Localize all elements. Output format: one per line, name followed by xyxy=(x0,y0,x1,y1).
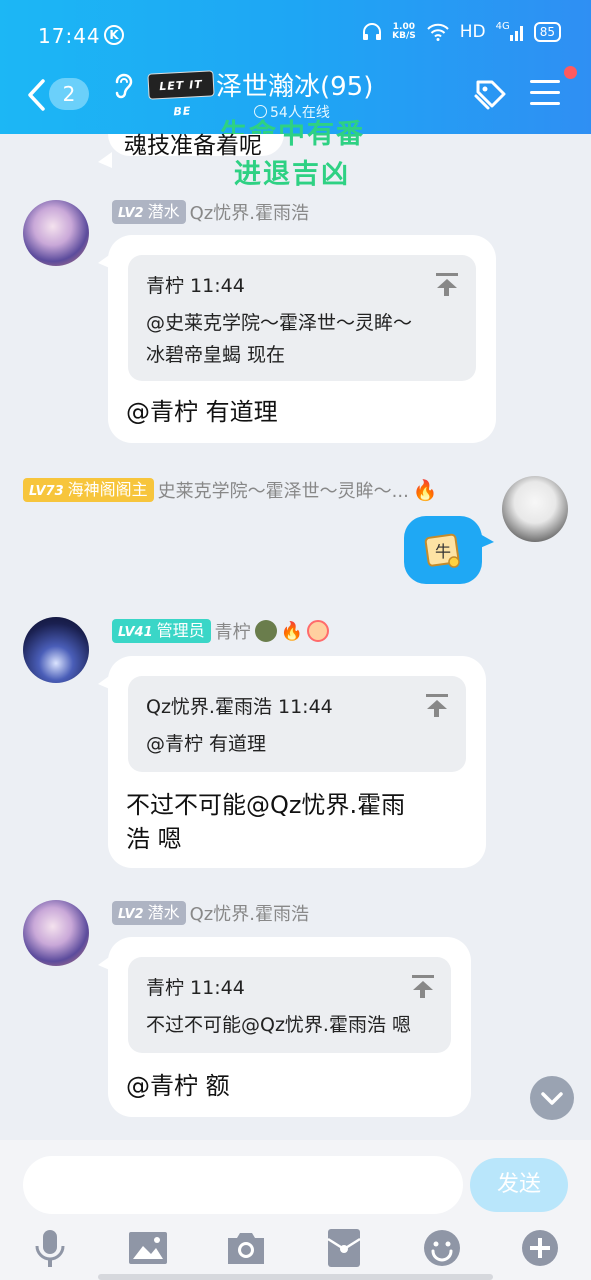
battery-indicator: 85 xyxy=(533,22,561,42)
jump-to-original-icon[interactable] xyxy=(426,694,448,718)
sender-nickname[interactable]: Qz忧界.霍雨浩 xyxy=(190,900,309,926)
plus-icon[interactable] xyxy=(518,1226,562,1270)
quote-text: @青柠 有道理 xyxy=(146,733,267,755)
overlay-text-line2: 进退吉凶 xyxy=(234,159,350,190)
back-chevron-icon[interactable] xyxy=(26,78,46,112)
avatar[interactable] xyxy=(23,200,89,266)
sticker-cow-icon: 牛 xyxy=(424,533,460,568)
message-text: 不过不可能@Qz忧界.霍雨 浩 嗯 xyxy=(126,791,406,853)
unread-count-badge[interactable]: 2 xyxy=(49,78,89,110)
quote-author: 青柠 11:44 xyxy=(146,977,245,999)
sender-nickname[interactable]: 史莱克学院～霍泽世～灵眸～... xyxy=(158,477,409,503)
red-packet-icon[interactable] xyxy=(322,1226,366,1270)
jump-to-original-icon[interactable] xyxy=(412,975,434,999)
network-speed: 1.00 KB/S xyxy=(392,22,416,41)
message-text: @青柠 额 xyxy=(126,1072,230,1100)
headphones-icon xyxy=(363,23,382,40)
status-icons: 1.00 KB/S HD 4G 85 xyxy=(362,20,561,42)
quoted-reply[interactable]: 青柠 11:44 不过不可能@Qz忧界.霍雨浩 嗯 xyxy=(128,957,451,1053)
sender-info: LV2 潜水 Qz忧界.霍雨浩 xyxy=(112,199,309,225)
level-badge: LV2 潜水 xyxy=(112,200,186,224)
status-time: 17:44 xyxy=(38,24,101,48)
ear-icon[interactable] xyxy=(112,70,136,100)
quoted-reply[interactable]: Qz忧界.霍雨浩 11:44 @青柠 有道理 xyxy=(128,676,466,772)
fire-icon: 🔥 xyxy=(280,620,304,642)
avatar[interactable] xyxy=(23,617,89,683)
input-bar: 发送 xyxy=(0,1140,591,1280)
status-bar: 17:44 K 1.00 KB/S HD 4G 85 xyxy=(0,0,591,70)
message-input[interactable] xyxy=(23,1156,463,1214)
svg-text:牛: 牛 xyxy=(435,542,451,561)
avatar[interactable] xyxy=(23,900,89,966)
input-toolbar xyxy=(0,1226,591,1276)
quote-text: @史莱克学院～霍泽世～灵眸～ 冰碧帝皇蝎 现在 xyxy=(146,312,413,366)
quoted-reply[interactable]: 青柠 11:44 @史莱克学院～霍泽世～灵眸～ 冰碧帝皇蝎 现在 xyxy=(128,255,476,381)
jump-to-original-icon[interactable] xyxy=(436,273,458,297)
message-text: @青柠 有道理 xyxy=(126,398,278,426)
group-logo: LET IT BE xyxy=(147,70,215,118)
notification-dot xyxy=(564,66,577,79)
microphone-icon[interactable] xyxy=(28,1226,72,1270)
network-hd: HD xyxy=(459,22,486,42)
message-bubble[interactable]: Qz忧界.霍雨浩 11:44 @青柠 有道理 不过不可能@Qz忧界.霍雨 浩 嗯 xyxy=(98,656,486,868)
sender-nickname[interactable]: Qz忧界.霍雨浩 xyxy=(190,199,309,225)
emoji-icon[interactable] xyxy=(420,1226,464,1270)
level-badge: LV2 潜水 xyxy=(112,901,186,925)
quote-author: 青柠 11:44 xyxy=(146,275,245,297)
message-bubble[interactable]: 青柠 11:44 不过不可能@Qz忧界.霍雨浩 嗯 @青柠 额 xyxy=(98,937,471,1117)
sender-nickname[interactable]: 青柠 xyxy=(215,618,251,644)
wifi-icon xyxy=(427,23,449,41)
sender-info: LV2 潜水 Qz忧界.霍雨浩 xyxy=(112,900,309,926)
chevron-down-icon xyxy=(541,1092,563,1105)
image-icon[interactable] xyxy=(126,1226,170,1270)
menu-icon[interactable] xyxy=(530,80,560,108)
signal-bars-icon xyxy=(509,26,523,41)
message-bubble[interactable]: 青柠 11:44 @史莱克学院～霍泽世～灵眸～ 冰碧帝皇蝎 现在 @青柠 有道理 xyxy=(98,235,496,443)
sticker-bubble[interactable]: 牛 xyxy=(404,516,494,584)
group-title[interactable]: 泽世瀚冰(95) xyxy=(216,66,373,103)
level-badge: LV41 管理员 xyxy=(112,619,211,643)
fire-icon: 🔥 xyxy=(412,478,438,502)
scroll-to-bottom-button[interactable] xyxy=(530,1076,574,1120)
quote-text: 不过不可能@Qz忧界.霍雨浩 嗯 xyxy=(146,1014,412,1036)
quote-author: Qz忧界.霍雨浩 11:44 xyxy=(146,696,333,718)
home-indicator xyxy=(98,1274,493,1280)
sender-info: LV73 海神阁阁主 史莱克学院～霍泽世～灵眸～... 🔥 xyxy=(23,477,438,503)
camera-icon[interactable] xyxy=(224,1226,268,1270)
tag-icon[interactable] xyxy=(470,76,508,114)
k-app-icon: K xyxy=(104,25,124,45)
send-button[interactable]: 发送 xyxy=(470,1158,568,1212)
level-badge: LV73 海神阁阁主 xyxy=(23,478,154,502)
avatar[interactable] xyxy=(502,476,568,542)
signal-icon: 4G xyxy=(495,20,510,32)
dragon-icon xyxy=(254,620,277,642)
sender-info: LV41 管理员 青柠 🔥 xyxy=(112,618,330,644)
smile-badge-icon xyxy=(307,620,330,642)
